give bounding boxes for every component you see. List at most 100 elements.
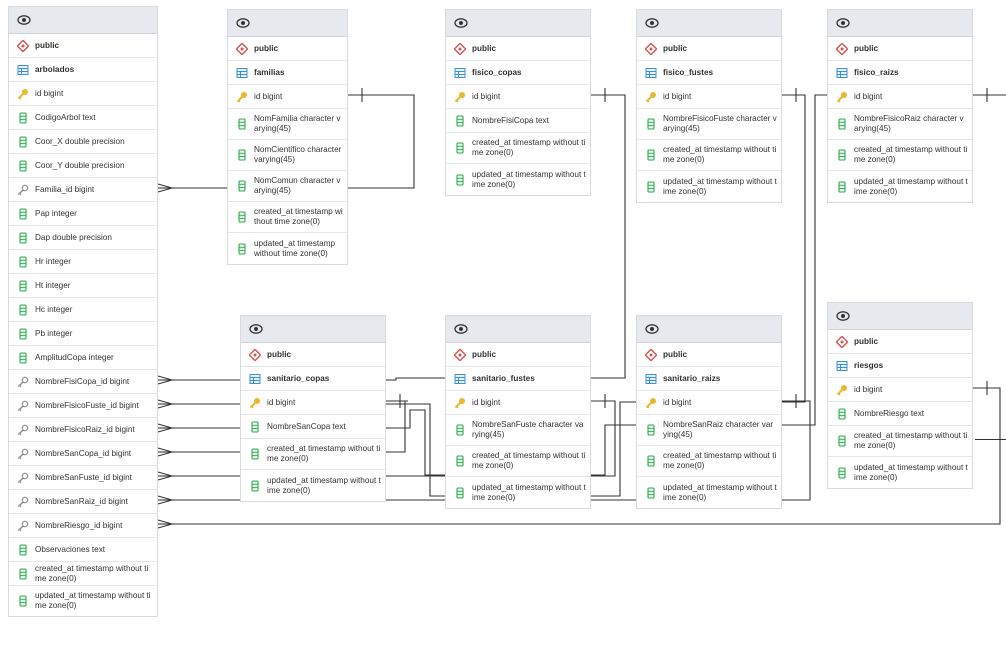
foreign-key-icon [17, 472, 29, 484]
table-familias[interactable]: public familias id bigint NomFamilia charac… [227, 9, 348, 265]
column-row[interactable]: updated_at timestamp without time zone(0… [228, 233, 347, 264]
table-sanitario-copas[interactable]: public sanitario_copas id bigint NombreSanC… [240, 315, 386, 502]
primary-key-row[interactable]: id bigint [828, 85, 972, 109]
eye-icon[interactable] [236, 16, 250, 34]
column-row[interactable]: Dap double precision [9, 226, 157, 250]
eye-icon[interactable] [836, 16, 850, 34]
table-header[interactable] [828, 303, 972, 330]
column-icon [454, 424, 466, 436]
column-label: NombreSanCopa text [267, 421, 346, 431]
column-row[interactable]: NombreFisicoRaiz character varying(45) [828, 109, 972, 140]
column-row[interactable]: NombreSanCopa text [241, 415, 385, 439]
column-row[interactable]: Coor_Y double precision [9, 154, 157, 178]
foreign-key-row[interactable]: NombreSanCopa_id bigint [9, 442, 157, 466]
column-row[interactable]: created_at timestamp without time zone(0… [228, 202, 347, 233]
crows-foot-marker [157, 495, 174, 505]
foreign-key-row[interactable]: NombreSanRaiz_id bigint [9, 490, 157, 514]
column-row[interactable]: NomComun character varying(45) [228, 171, 347, 202]
column-row[interactable]: created_at timestamp without time zone(0… [828, 140, 972, 171]
column-row[interactable]: AmplitudCopa integer [9, 346, 157, 370]
foreign-key-row[interactable]: NombreSanFuste_id bigint [9, 466, 157, 490]
table-fisico-raizs[interactable]: public fisico_raizs id bigint NombreFisicoR… [827, 9, 973, 203]
column-row[interactable]: created_at timestamp without time zone(0… [9, 562, 157, 586]
column-row[interactable]: created_at timestamp without time zone(0… [637, 140, 781, 171]
column-row[interactable]: NombreFisiCopa text [446, 109, 590, 133]
column-label: created_at timestamp without time zone(0… [267, 444, 381, 463]
column-label: NombreSanRaiz character varying(45) [663, 420, 774, 439]
column-row[interactable]: NombreSanRaiz character varying(45) [637, 415, 781, 446]
column-label: Ht integer [35, 280, 71, 290]
eye-icon[interactable] [249, 322, 263, 340]
table-icon [236, 67, 248, 79]
column-row[interactable]: Coor_X double precision [9, 130, 157, 154]
table-sanitario-raizs[interactable]: public sanitario_raizs id bigint NombreSanR… [636, 315, 782, 509]
eye-icon[interactable] [454, 16, 468, 34]
column-row[interactable]: created_at timestamp without time zone(0… [446, 446, 590, 477]
eye-icon[interactable] [836, 309, 850, 327]
primary-key-row[interactable]: id bigint [228, 85, 347, 109]
column-row[interactable]: updated_at timestamp without time zone(0… [828, 171, 972, 202]
column-icon [645, 118, 657, 130]
foreign-key-row[interactable]: NombreFisiCopa_id bigint [9, 370, 157, 394]
table-header[interactable] [637, 316, 781, 343]
table-fisico-copas[interactable]: public fisico_copas id bigint NombreFisiCop… [445, 9, 591, 196]
column-row[interactable]: CodigoArbol text [9, 106, 157, 130]
column-row[interactable]: updated_at timestamp without time zone(0… [637, 477, 781, 508]
column-row[interactable]: updated_at timestamp without time zone(0… [9, 586, 157, 616]
primary-key-row[interactable]: id bigint [637, 85, 781, 109]
column-row[interactable]: Hr integer [9, 250, 157, 274]
column-row[interactable]: NombreSanFuste character varying(45) [446, 415, 590, 446]
column-row[interactable]: NomCientifico character varying(45) [228, 140, 347, 171]
primary-key-row[interactable]: id bigint [637, 391, 781, 415]
column-label: Coor_X double precision [35, 136, 125, 146]
eye-icon[interactable] [645, 16, 659, 34]
table-header[interactable] [446, 316, 590, 343]
table-name-row: fisico_fustes [637, 61, 781, 85]
foreign-key-row[interactable]: NombreFisicoRaiz_id bigint [9, 418, 157, 442]
table-arbolados[interactable]: public arbolados id bigint CodigoArbol text… [8, 6, 158, 617]
column-row[interactable]: NombreRiesgo text [828, 402, 972, 426]
table-name-row: fisico_copas [446, 61, 590, 85]
column-row[interactable]: Pb integer [9, 322, 157, 346]
column-row[interactable]: created_at timestamp without time zone(0… [241, 439, 385, 470]
column-row[interactable]: NombreFisicoFuste character varying(45) [637, 109, 781, 140]
table-header[interactable] [828, 10, 972, 37]
primary-key-row[interactable]: id bigint [446, 85, 590, 109]
eye-icon[interactable] [454, 322, 468, 340]
table-fisico-fustes[interactable]: public fisico_fustes id bigint NombreFisico… [636, 9, 782, 203]
primary-key-row[interactable]: id bigint [9, 82, 157, 106]
column-row[interactable]: updated_at timestamp without time zone(0… [828, 457, 972, 488]
foreign-key-row[interactable]: NombreFisicoFuste_id bigint [9, 394, 157, 418]
table-sanitario-fustes[interactable]: public sanitario_fustes id bigint NombreSan… [445, 315, 591, 509]
column-row[interactable]: NomFamilia character varying(45) [228, 109, 347, 140]
table-name-row: sanitario_fustes [446, 367, 590, 391]
column-row[interactable]: updated_at timestamp without time zone(0… [637, 171, 781, 202]
table-header[interactable] [637, 10, 781, 37]
schema-icon [16, 38, 30, 53]
eye-icon[interactable] [645, 322, 659, 340]
eye-icon[interactable] [17, 13, 31, 31]
column-row[interactable]: updated_at timestamp without time zone(0… [446, 477, 590, 508]
table-header[interactable] [241, 316, 385, 343]
column-row[interactable]: updated_at timestamp without time zone(0… [446, 164, 590, 195]
column-row[interactable]: created_at timestamp without time zone(0… [637, 446, 781, 477]
column-row[interactable]: updated_at timestamp without time zone(0… [241, 470, 385, 501]
primary-key-row[interactable]: id bigint [828, 378, 972, 402]
table-header[interactable] [9, 7, 157, 34]
schema-icon [835, 334, 849, 349]
column-row[interactable]: Pap integer [9, 202, 157, 226]
schema-row: public [241, 343, 385, 367]
column-row[interactable]: created_at timestamp without time zone(0… [446, 133, 590, 164]
foreign-key-row[interactable]: NombreRiesgo_id bigint [9, 514, 157, 538]
column-row[interactable]: Ht integer [9, 274, 157, 298]
column-label: created_at timestamp without time zone(0… [854, 431, 968, 450]
primary-key-row[interactable]: id bigint [446, 391, 590, 415]
column-row[interactable]: Hc integer [9, 298, 157, 322]
primary-key-row[interactable]: id bigint [241, 391, 385, 415]
table-header[interactable] [446, 10, 590, 37]
table-riesgos[interactable]: public riesgos id bigint NombreRiesgo text c… [827, 302, 973, 489]
table-header[interactable] [228, 10, 347, 37]
column-row[interactable]: created_at timestamp without time zone(0… [828, 426, 972, 457]
column-row[interactable]: Observaciones text [9, 538, 157, 562]
foreign-key-row[interactable]: Familia_id bigint [9, 178, 157, 202]
